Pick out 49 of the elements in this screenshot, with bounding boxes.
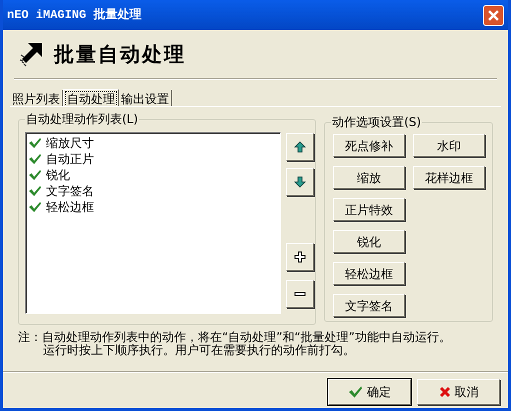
close-icon <box>488 10 499 20</box>
up-arrow-icon <box>294 141 306 153</box>
group-title: 动作选项设置(S) <box>331 115 422 129</box>
checkbox[interactable] <box>28 168 42 182</box>
wand-arrow-icon <box>18 41 44 67</box>
ok-button[interactable]: 确定 <box>328 379 411 405</box>
option-button[interactable]: 锐化 <box>333 230 406 253</box>
option-button[interactable]: 正片特效 <box>333 198 406 221</box>
group-title: 自动处理动作列表(L) <box>25 112 140 126</box>
checkmark-icon <box>348 385 363 399</box>
checkbox[interactable] <box>28 152 42 166</box>
add-button[interactable] <box>286 243 314 271</box>
item-label: 文字签名 <box>46 184 94 198</box>
header-title: 批量自动处理 <box>54 41 186 68</box>
action-list-item[interactable]: 缩放尺寸 <box>28 135 280 151</box>
tab[interactable]: 自动处理 <box>63 89 119 106</box>
checkbox[interactable] <box>28 136 42 150</box>
down-arrow-icon <box>294 176 306 188</box>
item-label: 缩放尺寸 <box>46 136 94 150</box>
move-up-button[interactable] <box>286 133 314 161</box>
remove-button[interactable] <box>286 280 314 308</box>
option-button[interactable]: 花样边框 <box>413 166 486 189</box>
action-list-item[interactable]: 文字签名 <box>28 183 280 199</box>
action-list-item[interactable]: 锐化 <box>28 167 280 183</box>
checkmark-icon <box>28 201 42 213</box>
option-button[interactable]: 文字签名 <box>333 294 406 317</box>
option-button[interactable]: 缩放 <box>333 166 406 189</box>
checkmark-icon <box>28 185 42 197</box>
checkmark-icon <box>28 137 42 149</box>
window-title: nEO iMAGING 批量处理 <box>7 6 142 24</box>
checkbox[interactable] <box>28 200 42 214</box>
plus-icon <box>294 251 306 263</box>
cross-icon <box>438 386 450 398</box>
option-button[interactable]: 轻松边框 <box>333 262 406 285</box>
checkmark-icon <box>28 169 42 181</box>
action-list-item[interactable]: 自动正片 <box>28 151 280 167</box>
note-text: 注：自动处理动作列表中的动作，将在“自动处理”和“批量处理”功能中自动运行。 运行时按上下顺序执行。用户可在需要执行的动作前打勾。 <box>18 331 452 357</box>
cancel-button[interactable]: 取消 <box>417 379 500 405</box>
action-list-item[interactable]: 轻松边框 <box>28 199 280 215</box>
option-button[interactable]: 死点修补 <box>333 134 406 157</box>
option-button[interactable]: 水印 <box>413 134 486 157</box>
item-label: 自动正片 <box>46 152 94 166</box>
checkmark-icon <box>28 153 42 165</box>
close-button[interactable] <box>483 4 504 26</box>
item-label: 轻松边框 <box>46 200 94 214</box>
move-down-button[interactable] <box>286 168 314 196</box>
item-label: 锐化 <box>46 168 70 182</box>
tab[interactable]: 输出设置 <box>119 90 172 106</box>
checkbox[interactable] <box>28 184 42 198</box>
